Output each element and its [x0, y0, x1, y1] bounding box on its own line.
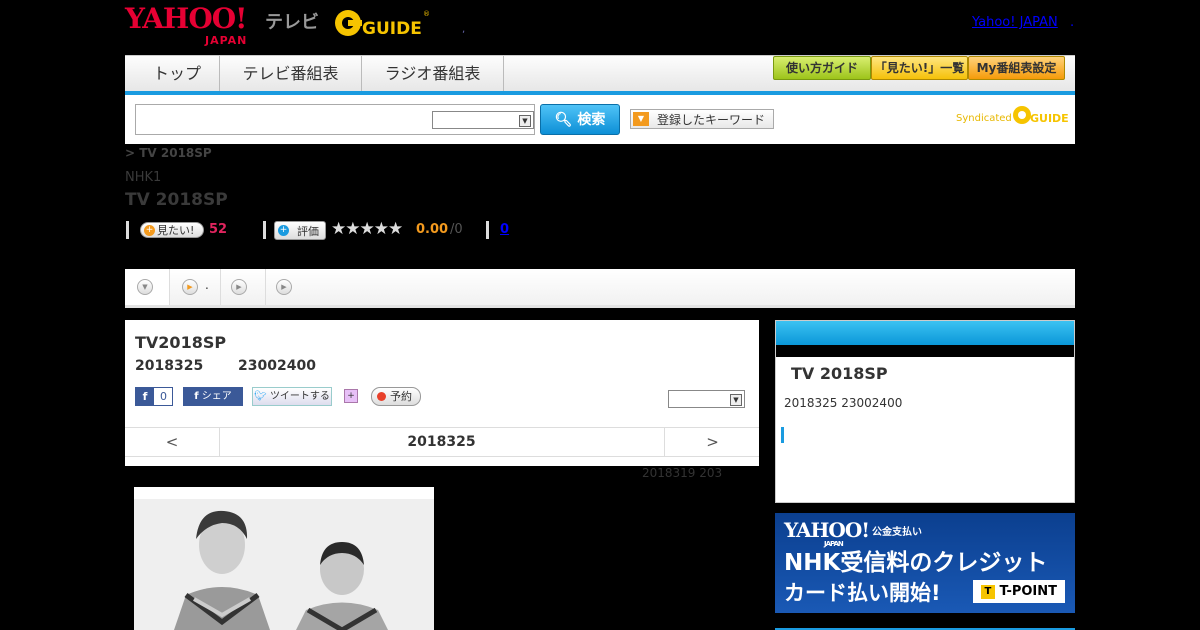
tab-radio-listings[interactable]: ラジオ番組表 — [362, 56, 504, 91]
svg-text:®: ® — [423, 10, 430, 18]
search-button-label: 検索 — [577, 112, 606, 128]
divider — [486, 221, 489, 239]
ad-kouki-label: 公金支払い — [872, 527, 922, 538]
reserve-recording-button[interactable]: 予約 — [371, 387, 421, 406]
tv-label: テレビ — [265, 12, 319, 33]
broadcast-time: 23002400 — [238, 358, 316, 374]
usage-guide-button[interactable]: 使い方ガイド — [773, 56, 871, 80]
sidebar-header — [776, 321, 1074, 345]
yahoo-japan-logo[interactable]: YAHOO! JAPAN — [125, 4, 247, 48]
add-calendar-icon[interactable]: + — [344, 389, 358, 403]
tab-related[interactable]: ▶ . — [170, 269, 221, 305]
syndicated-gguide-logo: Syndicated GUIDE — [956, 106, 1068, 125]
tab-cast[interactable]: ▶ — [221, 269, 266, 305]
last-updated: 2018319 203 — [642, 466, 723, 480]
tab-related-label: . — [205, 278, 209, 292]
rating-count: /0 — [450, 222, 463, 237]
svg-text:GUIDE: GUIDE — [1030, 112, 1068, 125]
chevron-down-icon: ▼ — [730, 394, 742, 406]
divider — [126, 221, 129, 239]
reserve-label: 予約 — [390, 390, 412, 403]
plus-icon: + — [144, 225, 155, 236]
facebook-icon: f — [194, 391, 199, 402]
facebook-like-button[interactable]: f 0 — [135, 387, 173, 406]
sidebar-title: TV 2018SP — [791, 364, 888, 383]
tab-more[interactable]: ▶ — [266, 269, 296, 305]
svg-text:GUIDE: GUIDE — [362, 19, 422, 39]
program-tab-bar: ▼ ▶ . ▶ ▶ — [125, 269, 1075, 308]
twitter-bird-icon: 🐦︎ — [254, 391, 267, 402]
current-date: 2018325 — [407, 434, 476, 450]
registered-keywords-label: 登録したキーワード — [657, 113, 766, 127]
dropdown-icon: ▼ — [633, 112, 649, 126]
program-photo — [134, 487, 434, 630]
play-icon: ▶ — [231, 279, 247, 295]
svg-text:Syndicated: Syndicated — [956, 113, 1012, 124]
facebook-like-count: 0 — [160, 390, 167, 403]
tab-overview[interactable]: ▼ — [125, 269, 170, 305]
my-listing-settings-button[interactable]: My番組表設定 — [968, 56, 1065, 80]
registered-keywords-button[interactable]: ▼ 登録したキーワード — [630, 109, 774, 129]
rate-button[interactable]: + 評価 — [274, 221, 326, 240]
broadcast-date: 2018325 — [135, 358, 204, 374]
channel-name: NHK1 — [125, 170, 162, 185]
facebook-icon: f — [136, 388, 154, 405]
sidebar-header-band — [776, 345, 1074, 357]
tweet-button[interactable]: 🐦︎ ツイートする — [252, 387, 332, 406]
ad-headline-line2: カード払い開始! — [784, 581, 941, 605]
search-category-select[interactable]: ▼ — [432, 111, 534, 129]
facebook-share-button[interactable]: f シェア — [183, 387, 243, 406]
yahoo-japan-link-tail[interactable]: . — [1070, 15, 1074, 30]
reminder-select[interactable]: ▼ — [668, 390, 745, 408]
prev-date-button[interactable]: < — [125, 428, 220, 456]
tab-tv-listings[interactable]: テレビ番組表 — [220, 56, 362, 91]
header-dot: , — [462, 24, 466, 35]
ad-yahoo-logo: YAHOO! JAPAN — [784, 518, 870, 548]
yahoo-japan-link[interactable]: Yahoo! JAPAN — [972, 15, 1058, 30]
next-date-button[interactable]: > — [664, 428, 760, 456]
chevron-down-icon: ▼ — [519, 115, 531, 127]
mitai-label: 見たい! — [157, 224, 195, 237]
sidebar-marker — [781, 427, 784, 443]
detail-title: TV2018SP — [135, 333, 227, 352]
mitai-count: 52 — [209, 222, 228, 237]
tab-top[interactable]: トップ — [135, 56, 220, 91]
search-button[interactable]: 🔍︎ 検索 — [540, 104, 620, 135]
record-dot-icon — [377, 392, 386, 401]
gguide-logo[interactable]: GUIDE ® — [334, 6, 430, 40]
rating-score: 0.00 — [416, 222, 449, 237]
ad-headline-line1: NHK受信料のクレジット — [784, 550, 1048, 576]
tweet-label: ツイートする — [269, 391, 330, 402]
facebook-share-label: シェア — [201, 391, 232, 402]
play-icon: ▶ — [182, 279, 198, 295]
divider — [263, 221, 266, 239]
rating-stars: ★★★★★ — [331, 219, 403, 239]
sidebar-date: 2018325 23002400 — [784, 396, 903, 410]
tpoint-icon: T — [980, 584, 995, 599]
comment-count-link[interactable]: 0 — [500, 222, 509, 237]
breadcrumb[interactable]: > TV 2018SP — [125, 146, 212, 160]
page-title: TV 2018SP — [125, 190, 228, 210]
search-icon: 🔍︎ — [554, 112, 573, 128]
mitai-button[interactable]: + 見たい! — [140, 222, 204, 238]
mitai-list-button[interactable]: 「見たい!」一覧 — [871, 56, 968, 80]
plus-icon: + — [278, 225, 289, 236]
rate-label: 評価 — [297, 225, 319, 238]
chevron-down-icon: ▼ — [137, 279, 153, 295]
play-icon: ▶ — [276, 279, 292, 295]
tpoint-logo: T T-POINT — [973, 580, 1065, 603]
